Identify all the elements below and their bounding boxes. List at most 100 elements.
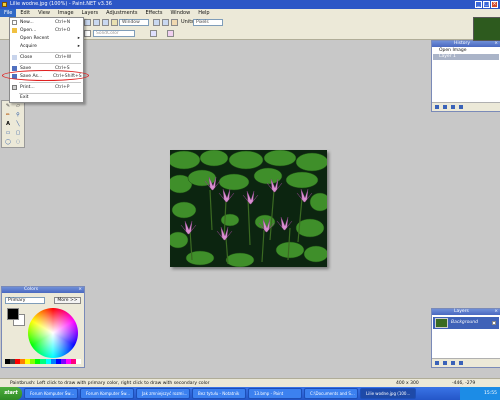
more-colors-button[interactable]: More >> [54,297,81,304]
ruler-icon[interactable] [171,19,178,26]
eraser-icon[interactable]: ▱ [14,103,22,109]
taskbar-button[interactable]: 13.bmp - Paint [248,388,302,399]
taskbar-button[interactable]: C:\Documents and S... [304,388,358,399]
units-combo[interactable]: Pixels [193,19,223,26]
ellipse-icon[interactable]: ◯ [4,139,12,145]
menu-separator [19,82,81,83]
menu-image[interactable]: Image [54,9,78,17]
menu-item-save-as[interactable]: Save As... Ctrl+Shift+S [10,73,83,81]
menu-view[interactable]: View [34,9,54,17]
fast-forward-icon[interactable] [459,105,463,109]
menu-effects[interactable]: Effects [141,9,166,17]
tools-panel: ✎ ▱ ✏ ⚲ A ╲ ▭ ▢ ◯ ◌ [1,100,25,148]
window-title: Lilie wodne.jpg (100%) - Paint.NET v3.36 [10,1,112,7]
rectangle-icon[interactable]: ▭ [4,130,12,136]
menu-window[interactable]: Window [166,9,194,17]
menu-item-shortcut: Ctrl+S [55,66,70,71]
menu-item-shortcut: Ctrl+W [55,55,72,60]
history-thumbnail [473,17,500,41]
add-layer-icon[interactable] [435,361,439,365]
menu-item-label: Open Recent [20,36,50,41]
title-bar: Lilie wodne.jpg (100%) - Paint.NET v3.36… [0,0,500,9]
close-button[interactable]: × [491,1,498,8]
redo-history-icon[interactable] [451,105,455,109]
redo-icon[interactable] [102,19,109,26]
menu-layers[interactable]: Layers [78,9,103,17]
antialias-icon[interactable] [150,30,157,37]
primary-color-swatch[interactable] [7,308,19,320]
rewind-icon[interactable] [435,105,439,109]
rounded-rect-icon[interactable]: ▢ [14,130,22,136]
image-canvas[interactable] [170,150,327,267]
history-item[interactable]: Layer 1 [433,54,499,60]
clock: 15:55 [484,391,497,396]
zoom-out-icon[interactable] [162,19,169,26]
color-palette[interactable] [5,359,81,364]
menu-item-label: Exit [20,95,29,100]
menu-item-shortcut: Ctrl+O [55,28,71,33]
taskbar-button[interactable]: Forum Komputer Św... [80,388,134,399]
print-icon [12,85,17,90]
menu-item-print[interactable]: Print... Ctrl+P [10,84,83,92]
menu-item-open-recent[interactable]: Open Recent ▸ [10,35,83,43]
menu-edit[interactable]: Edit [16,9,34,17]
delete-layer-icon[interactable] [443,361,447,365]
fill-mode-combo[interactable]: SolidColor [93,30,135,37]
layer-properties-icon[interactable] [459,361,463,365]
color-mode-select[interactable]: Primary [5,297,45,304]
taskbar-button[interactable]: Jak zmniejszyć rozmi... [136,388,190,399]
line-tool-icon[interactable]: ╲ [14,121,22,127]
blend-mode-icon[interactable] [167,30,174,37]
colors-close-icon[interactable]: × [78,287,82,293]
menu-item-acquire[interactable]: Acquire ▸ [10,43,83,51]
taskbar-button[interactable]: Forum Komputer Św... [24,388,78,399]
minimize-button[interactable]: _ [475,1,482,8]
menu-item-label: Save As... [20,74,43,79]
menu-item-label: Close [20,55,33,60]
menu-separator [19,63,81,64]
menu-adjustments[interactable]: Adjustments [102,9,141,17]
water-lilies-photo [170,150,327,267]
menu-item-new[interactable]: New... Ctrl+N [10,19,83,27]
menu-help[interactable]: Help [194,9,213,17]
layers-close-icon[interactable]: × [494,309,498,315]
zoom-in-icon[interactable] [153,19,160,26]
undo-icon[interactable] [93,19,100,26]
layer-thumbnail [435,318,448,328]
brush-width-icon[interactable] [84,30,91,37]
menu-item-save[interactable]: Save Ctrl+S [10,65,83,73]
taskbar-button[interactable]: Bez tytułu - Notatnik [192,388,246,399]
menu-file[interactable]: File [0,9,17,17]
window-combo[interactable]: Window [119,19,149,26]
duplicate-layer-icon[interactable] [451,361,455,365]
history-controls [432,102,500,111]
undo-history-icon[interactable] [443,105,447,109]
clone-stamp-icon[interactable]: ⚲ [14,112,22,118]
new-file-icon [12,20,17,25]
layer-visibility-checkbox[interactable] [492,321,496,325]
submenu-arrow-icon: ▸ [77,44,80,49]
grid-icon[interactable] [111,19,118,26]
history-panel: History × Open Image Layer 1 [431,40,500,112]
cut-icon[interactable] [84,19,91,26]
menu-item-close[interactable]: Close Ctrl+W [10,54,83,62]
layers-panel: Layers × Background [431,308,500,368]
menu-separator [19,52,81,53]
freeform-icon[interactable]: ◌ [14,139,22,145]
paintbrush-icon[interactable]: ✎ [4,103,12,109]
text-tool-icon[interactable]: A [4,121,12,127]
menu-item-exit[interactable]: Exit [10,94,83,102]
layer-row[interactable]: Background [433,317,499,329]
start-button[interactable]: start [0,387,22,400]
menu-item-shortcut: Ctrl+N [55,20,71,25]
pencil-icon[interactable]: ✏ [4,112,12,118]
menu-item-label: Print... [20,85,35,90]
history-title-text: History [454,41,471,46]
color-wheel[interactable] [28,308,78,358]
taskbar-button-active[interactable]: Lilie wodne.jpg (100... [360,388,416,399]
menu-item-open[interactable]: Open... Ctrl+O [10,27,83,35]
history-close-icon[interactable]: × [494,41,498,47]
app-icon [2,2,7,7]
maximize-button[interactable]: □ [483,1,490,8]
system-tray: 15:55 [460,387,500,400]
